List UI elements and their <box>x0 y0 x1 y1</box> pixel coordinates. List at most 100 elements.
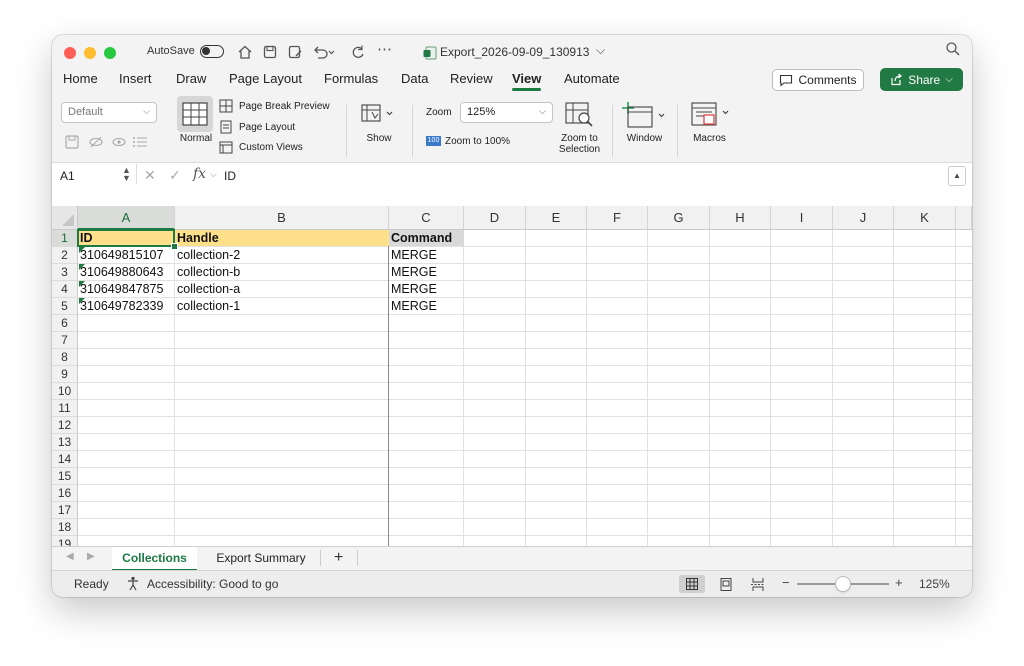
row-header-4[interactable]: 4 <box>52 281 78 298</box>
custom-views-button[interactable]: Custom Views <box>239 142 303 153</box>
row-header-18[interactable]: 18 <box>52 519 78 536</box>
worksheet-grid[interactable]: A B C D E F G H I J K 1 2 3 4 5 6 7 8 9 10 11 12 13 14 15 16 17 18 19… <box>52 206 972 546</box>
search-icon[interactable] <box>945 41 961 62</box>
column-header-h[interactable]: H <box>710 206 771 230</box>
home-icon[interactable] <box>237 44 253 63</box>
name-box[interactable]: A1 <box>60 169 75 183</box>
expand-formula-bar-button[interactable]: ▲ <box>948 166 966 186</box>
row-header-12[interactable]: 12 <box>52 417 78 434</box>
cell-c5[interactable]: MERGE <box>389 298 464 315</box>
cell-c4[interactable]: MERGE <box>389 281 464 298</box>
row-header-8[interactable]: 8 <box>52 349 78 366</box>
page-break-preview-button[interactable]: Page Break Preview <box>239 101 330 112</box>
minimize-window-button[interactable] <box>84 47 96 59</box>
number-as-text-warning-icon[interactable] <box>79 281 85 287</box>
row-header-15[interactable]: 15 <box>52 468 78 485</box>
row-header-5[interactable]: 5 <box>52 298 78 315</box>
zoom-to-selection-icon[interactable] <box>564 101 596 134</box>
autosave-toggle[interactable] <box>200 45 224 58</box>
column-header-i[interactable]: I <box>771 206 833 230</box>
cell-b3[interactable]: collection-b <box>175 264 389 281</box>
tab-page-layout[interactable]: Page Layout <box>229 71 302 86</box>
more-icon[interactable]: ⋯ <box>377 42 392 58</box>
page-layout-view-icon[interactable] <box>720 578 732 596</box>
tab-view[interactable]: View <box>512 71 542 91</box>
tab-insert[interactable]: Insert <box>119 71 152 86</box>
cell-c2[interactable]: MERGE <box>389 247 464 264</box>
row-header-3[interactable]: 3 <box>52 264 78 281</box>
share-button[interactable]: Share ⌵ <box>880 68 963 91</box>
keep-view-icon[interactable] <box>64 134 80 155</box>
fill-handle[interactable] <box>171 243 178 250</box>
name-box-stepper-icon[interactable]: ▲ ▼ <box>122 166 131 183</box>
page-layout-button[interactable]: Page Layout <box>239 122 295 133</box>
zoom-out-button[interactable]: − <box>782 575 790 590</box>
macros-icon[interactable] <box>690 99 734 134</box>
row-header-2[interactable]: 2 <box>52 247 78 264</box>
page-layout-icon[interactable] <box>219 120 233 139</box>
tab-data[interactable]: Data <box>401 71 428 86</box>
redo-icon[interactable] <box>350 44 366 63</box>
sheet-tab-export-summary[interactable]: Export Summary <box>202 547 320 569</box>
page-break-view-icon[interactable] <box>751 577 765 597</box>
cell-b5[interactable]: collection-1 <box>175 298 389 315</box>
cell-b4[interactable]: collection-a <box>175 281 389 298</box>
row-header-7[interactable]: 7 <box>52 332 78 349</box>
accessibility-icon[interactable] <box>126 576 141 596</box>
new-view-icon[interactable] <box>111 135 127 154</box>
zoom-in-button[interactable]: + <box>895 575 903 590</box>
zoom-slider-track[interactable] <box>797 577 889 591</box>
select-all-button[interactable] <box>52 206 78 230</box>
normal-view-button[interactable] <box>177 96 213 132</box>
row-header-1[interactable]: 1 <box>52 230 78 247</box>
save-as-icon[interactable] <box>287 44 303 63</box>
prev-sheet-icon[interactable]: ◀ <box>66 551 74 562</box>
zoom-to-selection-button[interactable]: Zoom to Selection <box>557 133 602 155</box>
undo-icon[interactable] <box>312 44 336 63</box>
chevron-down-icon[interactable]: ⌵ <box>210 169 217 180</box>
zoom-to-100-button[interactable]: Zoom to 100% <box>445 136 510 147</box>
cell-a5[interactable]: 310649782339 <box>78 298 175 315</box>
row-header-10[interactable]: 10 <box>52 383 78 400</box>
cell-c3[interactable]: MERGE <box>389 264 464 281</box>
show-icon[interactable] <box>360 102 394 131</box>
row-header-9[interactable]: 9 <box>52 366 78 383</box>
column-header-c[interactable]: C <box>389 206 464 230</box>
cell-b2[interactable]: collection-2 <box>175 247 389 264</box>
cell-a4[interactable]: 310649847875 <box>78 281 175 298</box>
cell-a2[interactable]: 310649815107 <box>78 247 175 264</box>
next-sheet-icon[interactable]: ▶ <box>87 551 95 562</box>
row-header-13[interactable]: 13 <box>52 434 78 451</box>
cell-b1[interactable]: Handle <box>175 230 389 247</box>
zoom-dropdown[interactable]: 125% ⌵ <box>460 102 553 123</box>
zoom-window-button[interactable] <box>104 47 116 59</box>
column-header-k[interactable]: K <box>894 206 956 230</box>
column-header-e[interactable]: E <box>526 206 587 230</box>
tab-draw[interactable]: Draw <box>176 71 206 86</box>
cancel-icon[interactable]: ✕ <box>144 167 156 184</box>
column-header-a[interactable]: A <box>78 206 175 230</box>
row-header-6[interactable]: 6 <box>52 315 78 332</box>
column-header-f[interactable]: F <box>587 206 648 230</box>
column-header-j[interactable]: J <box>833 206 894 230</box>
row-header-19[interactable]: 19 <box>52 536 78 546</box>
title-chevron-icon[interactable]: ⌵ <box>596 43 605 58</box>
tab-home[interactable]: Home <box>63 71 98 86</box>
row-header-14[interactable]: 14 <box>52 451 78 468</box>
insert-function-icon[interactable]: fx <box>193 166 206 182</box>
tab-formulas[interactable]: Formulas <box>324 71 378 86</box>
document-title[interactable]: Export_2026-09-09_130913 <box>440 45 589 59</box>
exit-view-icon[interactable] <box>88 135 104 154</box>
save-icon[interactable] <box>262 44 278 63</box>
normal-view-status-button[interactable] <box>679 575 705 593</box>
row-header-11[interactable]: 11 <box>52 400 78 417</box>
number-as-text-warning-icon[interactable] <box>79 247 85 253</box>
zoom-percentage[interactable]: 125% <box>919 577 950 591</box>
column-header-g[interactable]: G <box>648 206 710 230</box>
zoom-slider-thumb[interactable] <box>836 577 850 591</box>
sheet-tab-collections[interactable]: Collections <box>112 547 197 571</box>
share-chevron-icon[interactable]: ⌵ <box>945 74 953 85</box>
number-as-text-warning-icon[interactable] <box>79 264 85 270</box>
window-icon[interactable] <box>622 99 668 134</box>
cell-a3[interactable]: 310649880643 <box>78 264 175 281</box>
